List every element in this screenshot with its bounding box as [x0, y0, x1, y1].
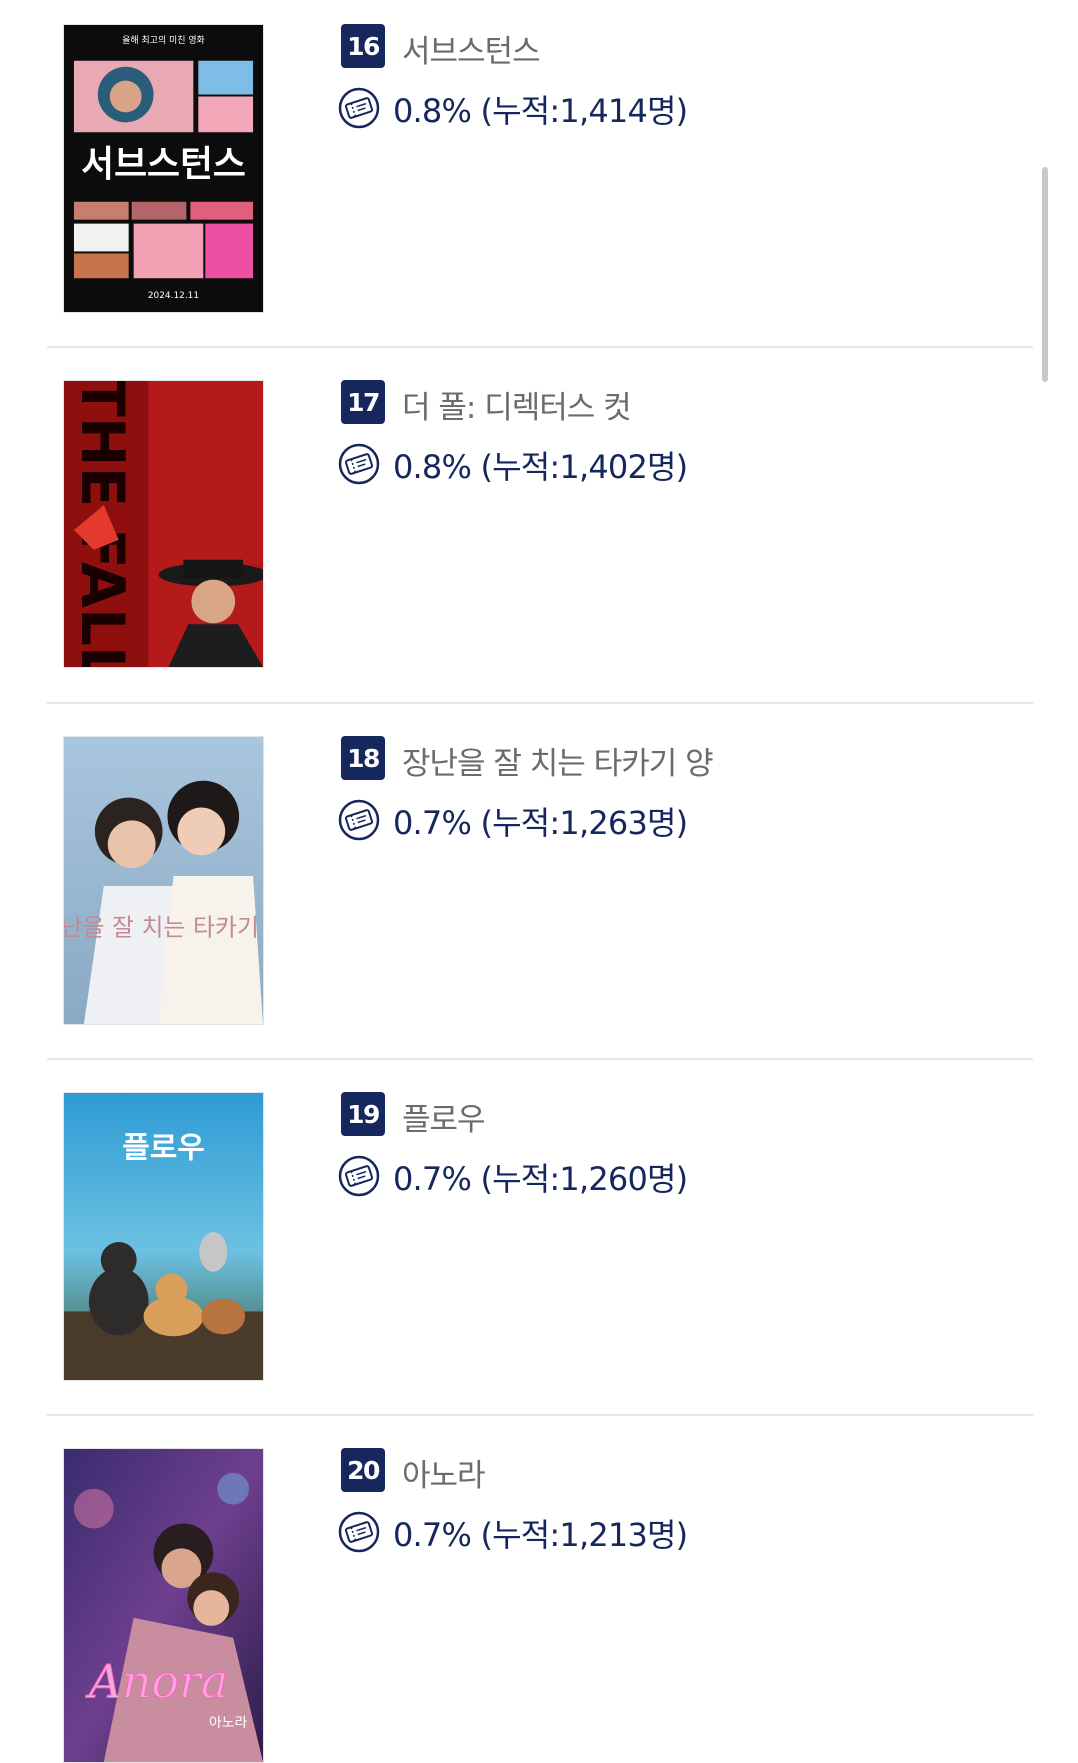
rank-badge: 19 [341, 1092, 385, 1136]
rank-badge: 17 [341, 380, 385, 424]
ticket-icon [338, 87, 380, 129]
divider [47, 346, 1033, 348]
rank-badge: 18 [341, 736, 385, 780]
poster-title: Anora [85, 1655, 228, 1708]
ticket-icon [338, 799, 380, 841]
poster-subtitle: 아노라 [209, 1715, 248, 1731]
poster-the-fall-art: THE FALL [64, 381, 263, 667]
ticket-icon [338, 443, 380, 485]
poster-image[interactable]: 올해 최고의 미친 영화 서브스턴스 2024.12.11 [63, 24, 264, 313]
scrollbar-thumb[interactable] [1042, 167, 1048, 382]
poster-image[interactable]: 장난을 잘 치는 타카기 양 [63, 736, 264, 1025]
movie-title[interactable]: 아노라 [402, 1450, 486, 1495]
poster-image[interactable]: Anora 아노라 [63, 1448, 264, 1763]
poster-title: 서브스턴스 [81, 144, 246, 185]
poster-substance-art: 올해 최고의 미친 영화 서브스턴스 2024.12.11 [64, 25, 263, 312]
poster-flow-art: 플로우 [64, 1093, 263, 1380]
divider [47, 702, 1033, 704]
audience-share: 0.8% (누적:1,402명) [393, 448, 688, 486]
movie-title[interactable]: 서브스턴스 [402, 26, 541, 71]
poster-anora-art: Anora 아노라 [64, 1449, 263, 1762]
divider [47, 1414, 1033, 1416]
movie-title[interactable]: 더 폴: 디렉터스 컷 [402, 382, 632, 427]
poster-image[interactable]: THE FALL [63, 380, 264, 668]
movie-title[interactable]: 플로우 [402, 1094, 486, 1139]
rank-badge: 16 [341, 24, 385, 68]
poster-title: 장난을 잘 치는 타카기 양 [64, 914, 263, 942]
ticket-icon [338, 1511, 380, 1553]
divider [47, 1058, 1033, 1060]
movie-title[interactable]: 장난을 잘 치는 타카기 양 [402, 738, 714, 783]
poster-image[interactable]: 플로우 [63, 1092, 264, 1381]
poster-tagline: 올해 최고의 미친 영화 [122, 35, 205, 46]
audience-share: 0.8% (누적:1,414명) [393, 92, 688, 130]
rank-badge: 20 [341, 1448, 385, 1492]
audience-share: 0.7% (누적:1,263명) [393, 804, 688, 842]
poster-title: 플로우 [122, 1131, 204, 1166]
audience-share: 0.7% (누적:1,213명) [393, 1516, 688, 1554]
ticket-icon [338, 1155, 380, 1197]
poster-date: 2024.12.11 [148, 291, 199, 301]
audience-share: 0.7% (누적:1,260명) [393, 1160, 688, 1198]
poster-takagi-art: 장난을 잘 치는 타카기 양 [64, 737, 263, 1024]
